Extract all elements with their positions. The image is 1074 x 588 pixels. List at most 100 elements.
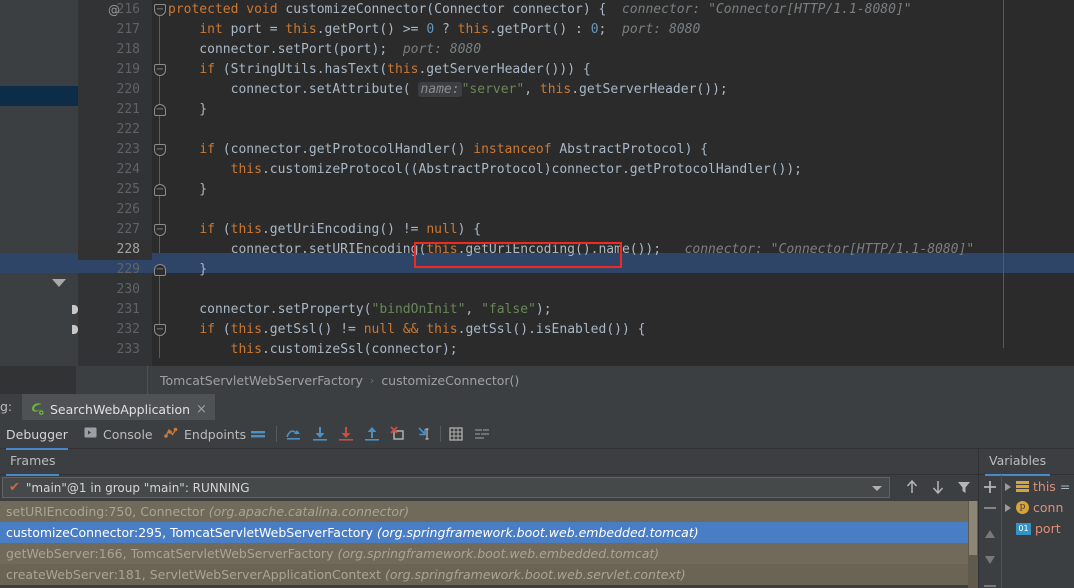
run-tab-label: SearchWebApplication [50, 401, 191, 417]
run-to-cursor-icon[interactable] [414, 424, 434, 444]
fold-toggle-219[interactable]: − [154, 64, 166, 76]
ide-window: 216 @217 218 219 220 221 222 223 224 225 226 227 228… [0, 0, 1074, 588]
frames-scrollbar-thumb[interactable] [969, 501, 977, 555]
annotation-marker-216[interactable]: @ [104, 0, 124, 20]
remove-watch-button[interactable] [980, 498, 1000, 518]
line-number-232[interactable]: 232 [78, 320, 152, 340]
line-number-221[interactable]: 221 [78, 100, 152, 120]
breadcrumb-left-block [0, 366, 76, 394]
line-number-231[interactable]: 231 [78, 300, 152, 320]
code-line-219: if (StringUtils.hasText(this.getServerHe… [199, 62, 591, 77]
line-number-228[interactable]: 228 [78, 240, 152, 260]
line-number-217[interactable]: 217 [78, 20, 152, 40]
step-over-icon[interactable] [284, 424, 304, 444]
fold-toggle-223[interactable]: − [154, 144, 166, 156]
frame-row[interactable]: getWebServer:166, TomcatServletWebServer… [0, 543, 968, 564]
frame-method: setURIEncoding:750, Connector [6, 504, 209, 519]
line-number-230[interactable]: 230 [78, 280, 152, 300]
breadcrumb-divider [147, 366, 148, 394]
run-configuration-tab-row: g: SearchWebApplication × [0, 394, 1074, 422]
breadcrumb[interactable]: TomcatServletWebServerFactory › customiz… [160, 366, 519, 394]
frame-row[interactable]: createWebServer:181, ServletWebServerApp… [0, 564, 968, 585]
line-number-219[interactable]: 219 [78, 60, 152, 80]
more-options-button[interactable] [980, 576, 1000, 588]
frame-row[interactable]: setURIEncoding:750, Connector (org.apach… [0, 501, 968, 522]
tab-console[interactable]: Console [84, 420, 153, 448]
code-line-231: connector.setProperty("bindOnInit", "fal… [168, 302, 552, 317]
endpoints-icon [164, 426, 178, 442]
frame-row[interactable]: customizeConnector:295, TomcatServletWeb… [0, 522, 968, 543]
variable-name: conn [1033, 500, 1064, 515]
variables-tab-label[interactable]: Variables [985, 448, 1051, 476]
frame-package: (org.springframework.boot.web.embedded.t… [337, 546, 660, 561]
frames-list[interactable]: setURIEncoding:750, Connector (org.apach… [0, 501, 968, 588]
console-icon [84, 426, 97, 442]
force-step-into-icon[interactable] [336, 424, 356, 444]
drop-frame-icon[interactable] [388, 424, 408, 444]
chevron-down-icon[interactable] [872, 486, 882, 491]
step-out-icon[interactable] [362, 424, 382, 444]
frames-panel-header: Frames [0, 448, 978, 476]
fold-toggle-216[interactable]: − [154, 4, 166, 16]
close-icon[interactable]: × [196, 403, 207, 416]
frames-down-button[interactable] [928, 477, 948, 497]
fold-toggle-229[interactable]: − [154, 264, 166, 276]
thread-selector-combo[interactable]: ✔ "main"@1 in group "main": RUNNING [2, 477, 890, 498]
code-line-232: if (this.getSsl() != null && this.getSsl… [199, 322, 646, 337]
line-number-223[interactable]: 223 [78, 140, 152, 160]
line-number-227[interactable]: 227 [78, 220, 152, 240]
tab-endpoints[interactable]: Endpoints [164, 420, 246, 448]
variables-list[interactable]: this = p conn 01 port [1002, 476, 1074, 588]
breadcrumb-item-class[interactable]: TomcatServletWebServerFactory [160, 373, 363, 388]
fold-toggle-232[interactable]: − [154, 324, 166, 336]
expand-arrow-icon[interactable] [1005, 482, 1011, 491]
tab-debugger[interactable]: Debugger [6, 420, 68, 450]
line-number-229[interactable]: 229 [78, 260, 152, 280]
frame-method: createWebServer:181, ServletWebServerApp… [6, 567, 385, 582]
variable-row-this[interactable]: this = [1002, 476, 1074, 497]
breadcrumb-separator-icon: › [369, 373, 375, 387]
evaluate-expression-icon[interactable] [446, 424, 466, 444]
inlay-hint-port-217: port: 8080 [622, 22, 701, 37]
fold-toggle-225[interactable]: − [154, 184, 166, 196]
frame-method: customizeConnector:295, TomcatServletWeb… [6, 525, 377, 540]
breadcrumb-item-method[interactable]: customizeConnector() [381, 373, 519, 388]
line-number-220[interactable]: 220 [78, 80, 152, 100]
step-into-icon[interactable] [310, 424, 330, 444]
frames-up-button[interactable] [902, 477, 922, 497]
inlay-hint-connector-228: connector: "Connector[HTTP/1.1-8080]" [684, 242, 975, 257]
debug-tool-window: Debugger Console Endpoints Frames Variab… [0, 420, 1074, 588]
expand-arrow-icon[interactable] [1005, 503, 1011, 512]
line-number-222[interactable]: 222 [78, 120, 152, 140]
code-editor[interactable]: 216 @217 218 219 220 221 222 223 224 225 226 227 228… [0, 0, 1074, 366]
move-down-button[interactable] [980, 550, 1000, 570]
line-number-218[interactable]: 218 [78, 40, 152, 60]
thread-selector-row: ✔ "main"@1 in group "main": RUNNING [0, 475, 1074, 500]
run-tab-searchwebapplication[interactable]: SearchWebApplication × [22, 394, 215, 422]
line-number-224[interactable]: 224 [78, 160, 152, 180]
line-number-225[interactable]: 225 [78, 180, 152, 200]
show-execution-point-icon[interactable] [248, 424, 268, 444]
frame-package: (org.springframework.boot.web.servlet.co… [384, 567, 686, 582]
frames-scrollbar[interactable] [968, 501, 978, 588]
fold-toggle-227[interactable]: − [154, 224, 166, 236]
code-folding-strip[interactable] [152, 0, 168, 366]
variable-row-port[interactable]: 01 port [1002, 518, 1074, 539]
line-number-233[interactable]: 233 [78, 340, 152, 360]
frames-tab-label[interactable]: Frames [6, 448, 60, 476]
frame-method: getWebServer:166, TomcatServletWebServer… [6, 546, 338, 561]
move-up-button[interactable] [980, 524, 1000, 544]
code-text-area[interactable]: protected void customizeConnector(Connec… [168, 0, 1074, 366]
frames-filter-button[interactable] [954, 477, 974, 497]
settings-layout-icon[interactable] [472, 424, 492, 444]
line-number-226[interactable]: 226 [78, 200, 152, 220]
fold-toggle-221[interactable]: − [154, 104, 166, 116]
primitive-icon: 01 [1016, 522, 1031, 535]
code-line-227: if (this.getUriEncoding() != null) { [199, 222, 482, 237]
collapse-triangle-icon[interactable] [52, 279, 66, 287]
inlay-hint-port-218: port: 8080 [402, 42, 482, 57]
variable-row-conn[interactable]: p conn [1002, 497, 1074, 518]
code-line-225: } [168, 182, 208, 197]
